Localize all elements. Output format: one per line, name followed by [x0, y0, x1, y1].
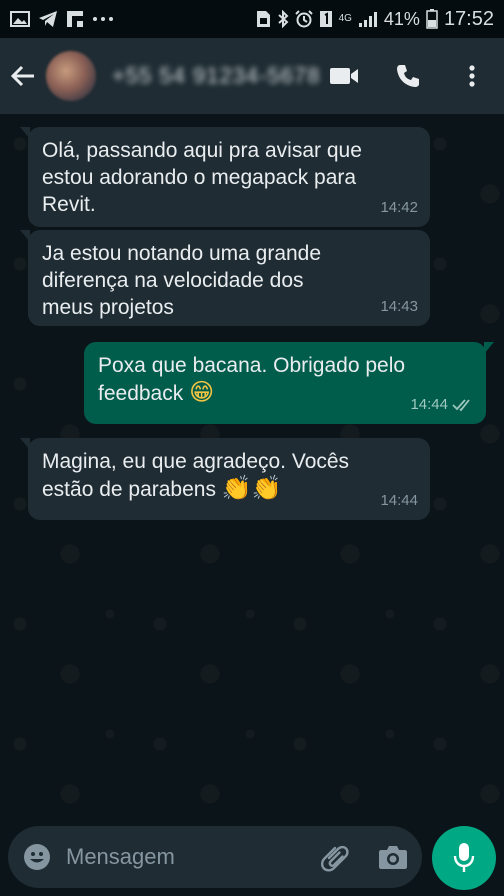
header-actions — [312, 38, 504, 114]
chat-area[interactable]: Olá, passando aqui pra avisar que estou … — [0, 114, 504, 814]
grinning-emoji-icon: 😁 — [189, 378, 215, 406]
message-text: Ja estou notando uma grande diferença na… — [42, 242, 322, 319]
message-time: 14:43 — [380, 298, 418, 315]
message-meta: 14:44 — [380, 487, 418, 514]
message-incoming[interactable]: Magina, eu que agradeço. Vocês estão de … — [20, 438, 430, 520]
4g-icon: 4G — [339, 14, 352, 24]
message-meta: 14:44 — [410, 391, 474, 418]
status-bar: 4G 41% 17:52 — [0, 0, 504, 38]
image-icon — [10, 10, 30, 28]
back-button[interactable] — [2, 38, 44, 114]
camera-icon — [379, 846, 407, 869]
attach-button[interactable] — [306, 826, 364, 888]
message-time: 14:44 — [410, 396, 448, 413]
battery-percent: 41% — [383, 8, 420, 29]
message-time: 14:44 — [380, 492, 418, 509]
message-body: Magina, eu que agradeço. Vocês estão de … — [42, 448, 416, 503]
status-bar-right: 4G 41% 17:52 — [245, 8, 504, 31]
clapping-hands-emoji-icon: 👏👏 — [221, 474, 282, 502]
more-vert-icon — [469, 65, 475, 87]
message-time: 14:42 — [380, 199, 418, 216]
flipboard-icon — [66, 10, 84, 28]
telegram-icon — [38, 10, 58, 28]
mic-icon — [453, 843, 475, 872]
menu-button[interactable] — [440, 38, 504, 114]
message-text: Magina, eu que agradeço. Vocês estão de … — [42, 450, 350, 501]
sim-icon — [255, 10, 271, 28]
contact-name[interactable]: +55 54 91234-5678 — [112, 63, 320, 89]
attach-icon — [320, 845, 349, 872]
voice-call-button[interactable] — [376, 38, 440, 114]
bluetooth-icon — [277, 10, 289, 28]
message-incoming[interactable]: Olá, passando aqui pra avisar que estou … — [20, 127, 430, 227]
message-text: Olá, passando aqui pra avisar que estou … — [42, 139, 362, 216]
clock: 17:52 — [443, 7, 494, 30]
back-arrow-icon — [10, 65, 34, 87]
mic-button[interactable] — [432, 826, 496, 890]
avatar[interactable] — [46, 51, 96, 101]
network-label: 4G — [338, 13, 352, 24]
more-icon — [92, 16, 114, 22]
message-incoming[interactable]: Ja estou notando uma grande diferença na… — [20, 230, 430, 326]
status-bar-left — [0, 10, 124, 28]
alarm-icon — [294, 10, 313, 28]
camera-button[interactable] — [364, 826, 422, 888]
battery-icon — [426, 9, 438, 29]
emoji-button[interactable] — [8, 826, 66, 888]
message-meta: 14:42 — [380, 194, 418, 221]
message-input[interactable]: Mensagem — [66, 844, 306, 870]
video-call-button[interactable] — [312, 38, 376, 114]
signal-icon — [358, 10, 378, 28]
message-outgoing[interactable]: Poxa que bacana. Obrigado pelo feedback … — [84, 342, 494, 424]
double-check-read-icon — [452, 398, 470, 411]
video-call-icon — [330, 68, 358, 84]
message-text: Poxa que bacana. Obrigado pelo feedback — [98, 354, 406, 405]
chat-header: +55 54 91234-5678 — [0, 38, 504, 114]
message-input-bar: Mensagem — [8, 826, 422, 888]
emoji-icon — [24, 844, 50, 870]
sim1-icon — [319, 10, 333, 28]
message-meta: 14:43 — [380, 293, 418, 320]
phone-icon — [397, 65, 419, 87]
